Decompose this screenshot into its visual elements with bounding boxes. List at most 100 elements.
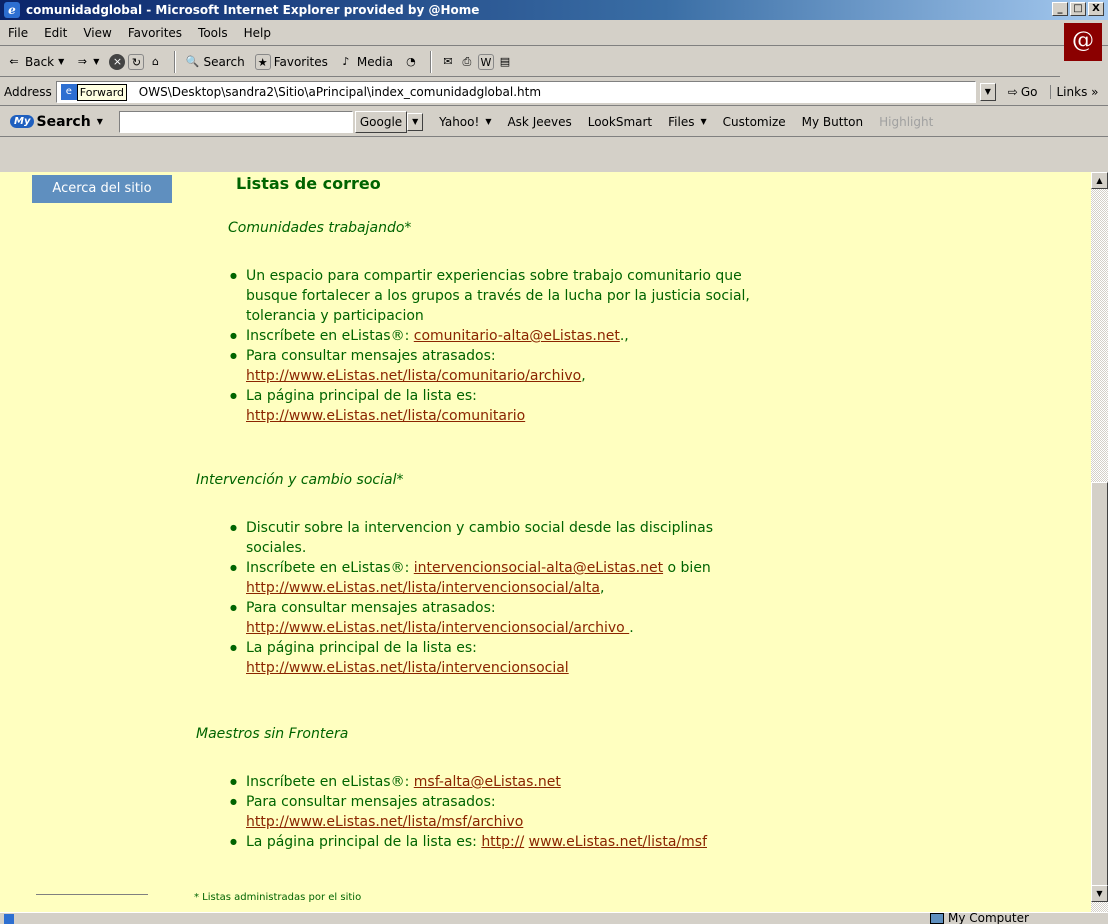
star-icon: ★: [254, 53, 271, 70]
chevron-down-icon: ▼: [96, 117, 103, 126]
google-dropdown-button[interactable]: ▼: [407, 112, 424, 131]
alta-link[interactable]: http://www.eListas.net/lista/intervencio…: [246, 580, 600, 596]
list-item: Para consultar mensajes atrasados: http:…: [228, 792, 768, 832]
search-icon: 🔍: [185, 54, 200, 68]
main-page-link[interactable]: http://www.eListas.net/lista/intervencio…: [246, 660, 569, 676]
address-input[interactable]: e OWS\Desktop\sandra2\Sitio\aPrincipal\i…: [55, 80, 976, 103]
highlight-button[interactable]: Highlight: [879, 115, 933, 129]
section-title-comunidades: Comunidades trabajando*: [228, 220, 412, 236]
looksmart-button[interactable]: LookSmart: [588, 115, 652, 129]
chevron-down-icon: ▼: [485, 117, 492, 126]
maximize-button[interactable]: □: [1070, 2, 1086, 16]
print-icon[interactable]: ⎙: [459, 54, 475, 70]
toolbar-separator: [429, 50, 432, 73]
list-item: Inscríbete en eListas®: msf-alta@eListas…: [228, 772, 768, 792]
back-arrow-icon: ⇐: [9, 54, 19, 68]
window-title: comunidadglobal - Microsoft Internet Exp…: [26, 3, 480, 17]
go-button[interactable]: ⇨ Go: [1008, 85, 1038, 99]
go-arrow-icon: ⇨: [1007, 84, 1018, 99]
address-bar: Address e OWS\Desktop\sandra2\Sitio\aPri…: [0, 78, 1108, 106]
menu-favorites[interactable]: Favorites: [128, 26, 182, 40]
my-search-button[interactable]: My Search ▼: [10, 114, 103, 130]
ask-jeeves-button[interactable]: Ask Jeeves: [507, 115, 571, 129]
back-button[interactable]: ⇐ Back ▼: [6, 54, 64, 70]
yahoo-button[interactable]: Yahoo!: [439, 115, 479, 129]
status-page-icon: [4, 914, 14, 924]
footnote: * Listas administradas por el sitio: [194, 892, 362, 903]
menu-edit[interactable]: Edit: [44, 26, 67, 40]
customize-button[interactable]: Customize: [723, 115, 786, 129]
chevron-down-icon: ▼: [58, 57, 65, 66]
subscribe-link[interactable]: intervencionsocial-alta@eListas.net: [414, 560, 663, 576]
my-button[interactable]: My Button: [802, 115, 863, 129]
vertical-scrollbar[interactable]: ▲ ▼: [1091, 172, 1108, 912]
chevron-down-icon: ▼: [93, 57, 100, 66]
address-url: OWS\Desktop\sandra2\Sitio\aPrincipal\ind…: [138, 84, 542, 99]
minimize-button[interactable]: _: [1052, 2, 1068, 16]
favorites-button[interactable]: ★ Favorites: [254, 53, 328, 70]
security-zone: My Computer: [930, 911, 1029, 924]
discuss-icon[interactable]: ▤: [497, 54, 513, 70]
media-button[interactable]: ♪ Media: [338, 54, 393, 70]
close-button[interactable]: X: [1088, 2, 1104, 16]
section-list-maestros: Inscríbete en eListas®: msf-alta@eListas…: [228, 772, 768, 852]
menu-tools[interactable]: Tools: [198, 26, 228, 40]
page-viewport: Acerca del sitio Listas de correo Comuni…: [0, 172, 1091, 912]
list-item: Inscríbete en eListas®: comunitario-alta…: [228, 326, 768, 346]
google-button[interactable]: Google: [354, 110, 408, 133]
list-item: La página principal de la lista es:http:…: [228, 386, 768, 426]
archive-link[interactable]: http://www.eListas.net/lista/comunitario…: [246, 368, 581, 384]
mail-icon[interactable]: ✉: [440, 54, 456, 70]
address-dropdown-button[interactable]: ▼: [979, 82, 996, 101]
search-button[interactable]: 🔍 Search: [184, 54, 245, 70]
computer-icon: [930, 912, 944, 924]
refresh-icon[interactable]: ↻: [128, 53, 145, 70]
status-bar: My Computer: [0, 911, 1108, 924]
menu-bar: File Edit View Favorites Tools Help: [0, 20, 1108, 46]
list-item: La página principal de la lista es: http…: [228, 638, 768, 678]
scroll-down-button[interactable]: ▼: [1091, 885, 1108, 902]
main-page-link[interactable]: http://www.eListas.net/lista/comunitario: [246, 408, 525, 424]
files-button[interactable]: Files: [668, 115, 694, 129]
forward-arrow-icon: ⇒: [77, 54, 87, 68]
sidebar-divider: [36, 894, 148, 895]
links-button[interactable]: Links »: [1049, 84, 1098, 99]
chevron-down-icon: ▼: [700, 117, 707, 126]
subscribe-link[interactable]: comunitario-alta@eListas.net: [414, 328, 620, 344]
menu-file[interactable]: File: [8, 26, 28, 40]
main-page-link-2[interactable]: www.eListas.net/lista/msf: [529, 834, 707, 850]
list-item: Inscríbete en eListas®: intervencionsoci…: [228, 558, 768, 598]
scroll-thumb[interactable]: [1091, 482, 1108, 892]
media-icon: ♪: [342, 54, 350, 68]
my-search-toolbar: My Search ▼ Google ▼ Yahoo! ▼ Ask Jeeves…: [0, 107, 1108, 137]
title-bar: e comunidadglobal - Microsoft Internet E…: [0, 0, 1108, 20]
my-search-badge: My: [10, 115, 35, 128]
at-home-logo-icon: @: [1064, 23, 1102, 61]
window-controls: _ □ X: [1052, 2, 1104, 16]
archive-link[interactable]: http://www.eListas.net/lista/msf/archivo: [246, 814, 523, 830]
section-title-intervencion: Intervención y cambio social*: [196, 472, 404, 488]
list-item: Para consultar mensajes atrasados: http:…: [228, 346, 768, 386]
toolbar-separator: [174, 50, 177, 73]
forward-button[interactable]: ⇒ ▼: [74, 54, 100, 70]
list-item: Para consultar mensajes atrasados: http:…: [228, 598, 768, 638]
search-input[interactable]: [118, 110, 353, 133]
section-title-maestros: Maestros sin Frontera: [196, 726, 349, 742]
main-page-link[interactable]: http://: [481, 834, 524, 850]
menu-view[interactable]: View: [83, 26, 111, 40]
list-item: Discutir sobre la intervencion y cambio …: [228, 518, 768, 558]
home-icon[interactable]: ⌂: [147, 54, 163, 70]
scroll-up-button[interactable]: ▲: [1091, 172, 1108, 189]
list-item: Un espacio para compartir experiencias s…: [228, 266, 768, 326]
archive-link[interactable]: http://www.eListas.net/lista/intervencio…: [246, 620, 629, 636]
history-icon[interactable]: ◔: [403, 54, 419, 70]
list-item: La página principal de la lista es: http…: [228, 832, 768, 852]
subscribe-link[interactable]: msf-alta@eListas.net: [414, 774, 561, 790]
acerca-del-sitio-button[interactable]: Acerca del sitio: [32, 175, 172, 203]
standard-toolbar: ⇐ Back ▼ ⇒ ▼ × ↻ ⌂ 🔍 Search ★ Favorites …: [0, 47, 1060, 77]
page-heading: Listas de correo: [236, 174, 381, 193]
section-list-comunidades: Un espacio para compartir experiencias s…: [228, 266, 768, 426]
word-edit-icon[interactable]: W: [477, 53, 494, 70]
stop-icon[interactable]: ×: [109, 53, 126, 70]
menu-help[interactable]: Help: [244, 26, 271, 40]
